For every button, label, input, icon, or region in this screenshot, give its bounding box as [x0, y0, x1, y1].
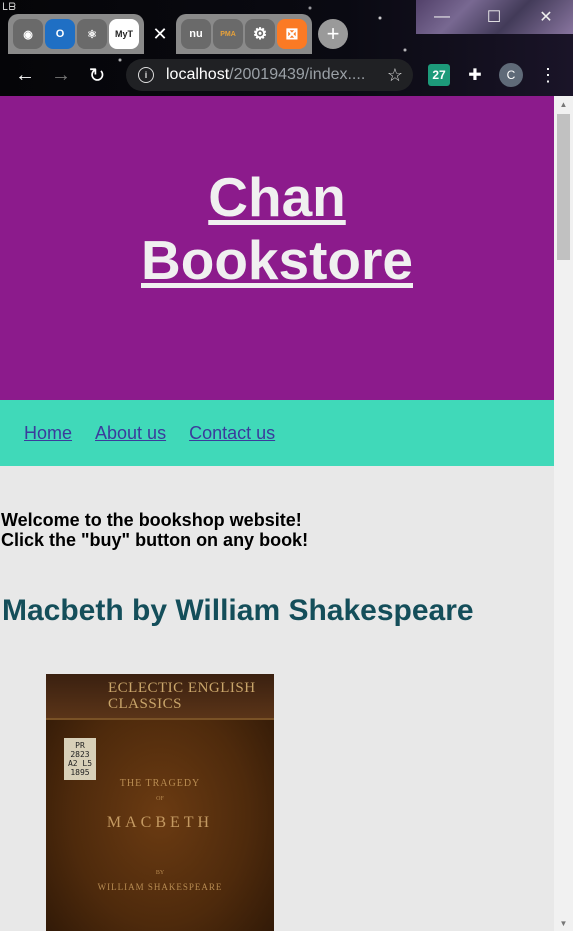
ext-27[interactable]: 27 — [428, 64, 450, 86]
page-viewport: Chan Bookstore Home About us Contact us … — [0, 96, 554, 931]
welcome-line1: Welcome to the bookshop website! — [1, 510, 302, 530]
profile-avatar[interactable]: C — [499, 63, 523, 87]
site-title[interactable]: Chan Bookstore — [0, 166, 554, 292]
scroll-down-icon[interactable]: ▼ — [554, 915, 573, 931]
browser-toolbar: ← → ↻ i localhost/20019439/index.... ☆ 2… — [0, 54, 573, 96]
cover-title: MACBETH — [106, 814, 214, 831]
scrollbar-thumb[interactable] — [557, 114, 570, 260]
settings-icon[interactable]: ⚙ — [245, 19, 275, 49]
cover-author: WILLIAM SHAKESPEARE — [97, 882, 223, 892]
cover-series: ECLECTIC ENGLISH CLASSICS — [108, 680, 256, 712]
forward-button[interactable]: → — [43, 57, 79, 93]
welcome-line2: Click the "buy" button on any book! — [1, 530, 309, 550]
myt-icon[interactable]: MyT — [109, 19, 139, 49]
menu-icon[interactable]: ⋮ — [537, 64, 559, 86]
react-icon[interactable]: ⚛ — [77, 19, 107, 49]
site-nav: Home About us Contact us — [0, 400, 554, 466]
back-button[interactable]: ← — [7, 57, 43, 93]
minimize-button[interactable]: — — [416, 0, 468, 34]
bookmark-star-icon[interactable]: ☆ — [387, 65, 403, 86]
cover-the-tragedy: THE TRAGEDY — [119, 778, 201, 789]
welcome-text: Welcome to the bookshop website! Click t… — [1, 510, 308, 550]
nav-contact-us[interactable]: Contact us — [189, 423, 275, 444]
xampp-icon[interactable]: ⊠ — [277, 19, 307, 49]
tab-group-2: nu PMA ⚙ ⊠ — [176, 14, 312, 54]
address-bar[interactable]: i localhost/20019439/index.... ☆ — [126, 59, 413, 91]
site-title-line1: Chan — [208, 166, 346, 228]
outlook-icon[interactable]: O — [45, 19, 75, 49]
extensions-icon[interactable]: ✚ — [464, 64, 486, 86]
maximize-button[interactable]: ☐ — [468, 0, 520, 34]
cover-by: BY — [155, 870, 165, 876]
tab-group-1: ◉ O ⚛ MyT — [8, 14, 144, 54]
site-header: Chan Bookstore — [0, 96, 554, 400]
cover-library-label: PR 2823 A2 L5 1895 — [64, 738, 96, 780]
globe-icon[interactable]: ◉ — [13, 19, 43, 49]
url-path: /20019439/index.... — [229, 66, 366, 83]
reload-button[interactable]: ↻ — [79, 57, 115, 93]
nav-about-us[interactable]: About us — [95, 423, 166, 444]
close-tab-icon[interactable]: ✕ — [144, 14, 176, 54]
profile-badge: ᒪᗷ — [2, 2, 17, 13]
scroll-up-icon[interactable]: ▲ — [554, 96, 573, 112]
book-heading: Macbeth by William Shakespeare — [2, 594, 474, 627]
site-title-line2: Bookstore — [141, 229, 413, 291]
phpmyadmin-icon[interactable]: PMA — [213, 19, 243, 49]
browser-chrome: ᒪᗷ ◉ O ⚛ MyT ✕ nu PMA ⚙ ⊠ + — ☐ ✕ ← → ↻ … — [0, 0, 573, 96]
nav-home[interactable]: Home — [24, 423, 72, 444]
cover-of: OF — [156, 796, 164, 802]
close-window-button[interactable]: ✕ — [520, 0, 572, 34]
url-host: localhost — [166, 66, 230, 83]
info-icon[interactable]: i — [138, 67, 154, 83]
url-text[interactable]: localhost/20019439/index.... — [166, 66, 376, 84]
tab-strip: ◉ O ⚛ MyT ✕ nu PMA ⚙ ⊠ + — [8, 14, 348, 54]
vertical-scrollbar[interactable]: ▲ ▼ — [554, 96, 573, 931]
book-cover-image[interactable]: ECLECTIC ENGLISH CLASSICS PR 2823 A2 L5 … — [46, 674, 274, 931]
new-tab-button[interactable]: + — [318, 19, 348, 49]
nu-icon[interactable]: nu — [181, 19, 211, 49]
